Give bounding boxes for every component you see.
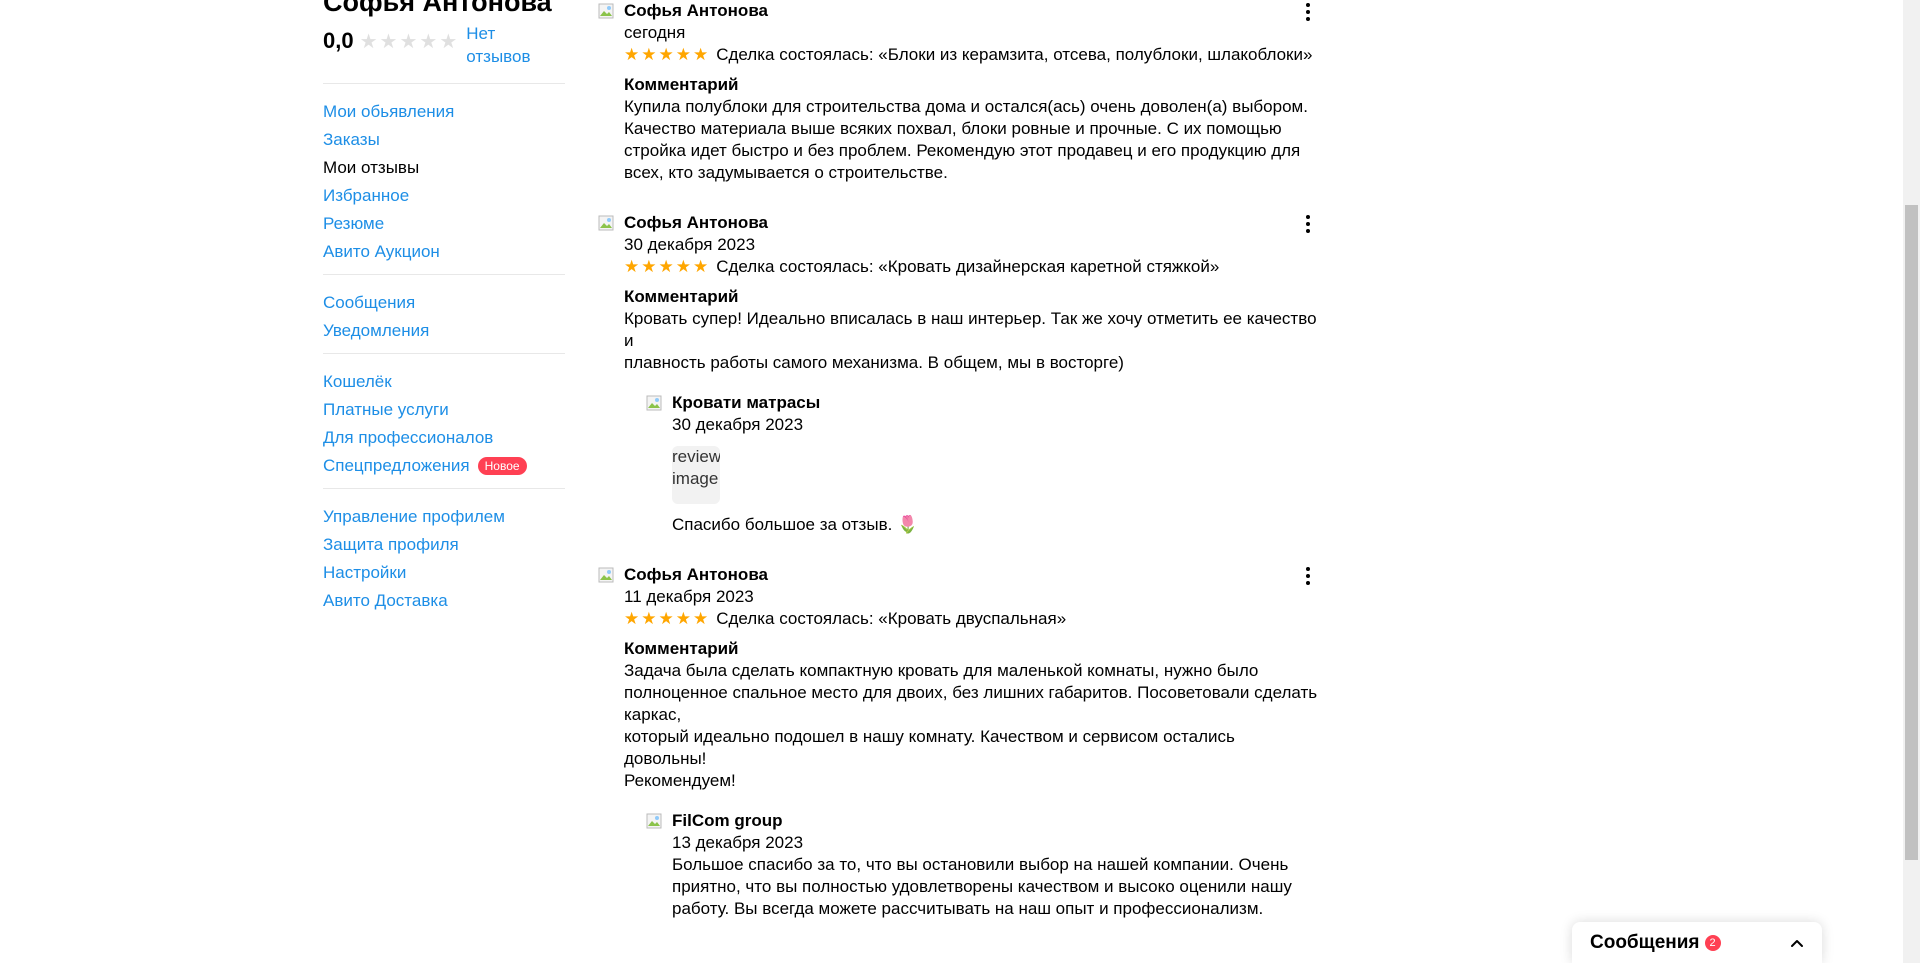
reviews-list: Софья Антонова сегодня ★★★★★ Сделка сост… <box>598 0 1318 920</box>
sidebar-item-special-offers[interactable]: Спецпредложения Новое <box>323 452 565 480</box>
sidebar-item-profile-management[interactable]: Управление профилем <box>323 503 565 531</box>
review-image[interactable]: review image <box>672 446 720 504</box>
sidebar-item-label: Мои отзывы <box>323 158 420 177</box>
reply-author: Кровати матрасы <box>672 393 821 412</box>
sidebar-item-settings[interactable]: Настройки <box>323 559 565 587</box>
page-scrollbar[interactable] <box>1903 0 1920 963</box>
sidebar-item-label: Заказы <box>323 130 380 149</box>
reply-text: Спасибо большое за отзыв. 🌷 <box>672 515 919 534</box>
review-image-alt: review image <box>672 447 720 488</box>
sidebar-item-label: Кошелёк <box>323 372 392 391</box>
comment-title: Комментарий <box>624 75 739 94</box>
review-date: 11 декабря 2023 <box>624 587 754 606</box>
seller-reply: Кровати матрасы 30 декабря 2023 review i… <box>646 392 1318 536</box>
no-reviews-link[interactable]: Нет отзывов <box>466 22 546 68</box>
sidebar-item-label: Избранное <box>323 186 410 205</box>
unread-count-badge: 2 <box>1704 934 1721 951</box>
avatar <box>646 395 662 411</box>
scrollbar-thumb[interactable] <box>1905 205 1918 860</box>
sidebar-item-label: Мои обьявления <box>323 102 455 121</box>
review-deal-row: ★★★★★ Сделка состоялась: «Кровать двуспа… <box>624 608 1318 630</box>
review-author: Софья Антонова <box>624 213 768 232</box>
star-icon: ★ <box>419 31 438 53</box>
sidebar-item-wallet[interactable]: Кошелёк <box>323 368 565 396</box>
star-icon: ★ <box>379 31 398 53</box>
rating-stars-icon: ★★★★★ <box>624 45 711 64</box>
sidebar-item-orders[interactable]: Заказы <box>323 126 565 154</box>
reply-date: 13 декабря 2023 <box>672 833 804 852</box>
sidebar-item-resume[interactable]: Резюме <box>323 210 565 238</box>
sidebar-item-label: Настройки <box>323 563 407 582</box>
rating-stars-icon: ★★★★★ <box>624 609 711 628</box>
profile-sidebar: Софья Антонова 0,0 ★ ★ ★ ★ ★ Нет отзывов… <box>323 0 565 623</box>
sidebar-item-profile-security[interactable]: Защита профиля <box>323 531 565 559</box>
reply-text: Большое спасибо за то, что вы остановили… <box>672 855 1292 918</box>
sidebar-item-notifications[interactable]: Уведомления <box>323 317 565 345</box>
review-text: Купила полублоки для строительства дома … <box>624 97 1308 182</box>
profile-name: Софья Антонова <box>323 0 552 17</box>
star-icon: ★ <box>439 31 458 53</box>
seller-reply: FilCom group 13 декабря 2023 Большое спа… <box>646 810 1318 920</box>
review-deal: Сделка состоялась: «Кровать двуспальная» <box>716 609 1067 628</box>
avatar <box>646 813 662 829</box>
review-date: сегодня <box>624 23 686 42</box>
sidebar-item-label: Резюме <box>323 214 385 233</box>
more-options-icon[interactable] <box>1298 214 1318 234</box>
sidebar-item-delivery[interactable]: Авито Доставка <box>323 587 565 615</box>
sidebar-item-label: Авито Доставка <box>323 591 448 610</box>
sidebar-item-paid-services[interactable]: Платные услуги <box>323 396 565 424</box>
avatar <box>598 567 614 583</box>
sidebar-item-label: Управление профилем <box>323 507 505 526</box>
nav-group-messages: Сообщения Уведомления <box>323 275 565 353</box>
sidebar-item-favorites[interactable]: Избранное <box>323 182 565 210</box>
review-item: Софья Антонова 30 декабря 2023 ★★★★★ Сде… <box>598 212 1318 536</box>
avatar <box>598 3 614 19</box>
avatar <box>598 215 614 231</box>
sidebar-item-my-ads[interactable]: Мои обьявления <box>323 98 565 126</box>
sidebar-item-label: Сообщения <box>323 293 416 312</box>
comment-title: Комментарий <box>624 639 739 658</box>
sidebar-item-label: Спецпредложения <box>323 456 470 475</box>
sidebar-item-my-reviews[interactable]: Мои отзывы <box>323 154 565 182</box>
reply-date: 30 декабря 2023 <box>672 415 804 434</box>
chevron-up-icon[interactable] <box>1790 936 1804 950</box>
nav-group-main: Мои обьявления Заказы Мои отзывы Избранн… <box>323 84 565 274</box>
review-text: Кровать супер! Идеально вписалась в наш … <box>624 309 1317 372</box>
review-author: Софья Антонова <box>624 1 768 20</box>
review-text: Задача была сделать компактную кровать д… <box>624 661 1318 790</box>
messenger-title: Сообщения <box>1590 931 1700 953</box>
nav-group-finance: Кошелёк Платные услуги Для профессионало… <box>323 354 565 488</box>
review-item: Софья Антонова сегодня ★★★★★ Сделка сост… <box>598 0 1318 184</box>
review-deal: Сделка состоялась: «Блоки из керамзита, … <box>716 45 1313 64</box>
rating-value: 0,0 <box>323 28 354 53</box>
review-deal-row: ★★★★★ Сделка состоялась: «Кровать дизайн… <box>624 256 1318 278</box>
star-icon: ★ <box>399 31 418 53</box>
more-options-icon[interactable] <box>1298 2 1318 22</box>
sidebar-item-auction[interactable]: Авито Аукцион <box>323 238 565 266</box>
more-options-icon[interactable] <box>1298 566 1318 586</box>
reply-author: FilCom group <box>672 811 783 830</box>
sidebar-item-label: Для профессионалов <box>323 428 494 447</box>
profile-rating: 0,0 ★ ★ ★ ★ ★ Нет отзывов <box>323 22 565 76</box>
star-icon: ★ <box>359 31 378 53</box>
sidebar-item-label: Уведомления <box>323 321 430 340</box>
sidebar-item-messages[interactable]: Сообщения <box>323 289 565 317</box>
comment-title: Комментарий <box>624 287 739 306</box>
review-date: 30 декабря 2023 <box>624 235 756 254</box>
nav-group-settings: Управление профилем Защита профиля Настр… <box>323 489 565 623</box>
rating-stars: ★ ★ ★ ★ ★ <box>360 32 458 52</box>
new-badge: Новое <box>477 457 527 475</box>
rating-stars-icon: ★★★★★ <box>624 257 711 276</box>
messenger-widget[interactable]: Сообщения 2 <box>1572 922 1822 963</box>
sidebar-item-label: Авито Аукцион <box>323 242 440 261</box>
review-author: Софья Антонова <box>624 565 768 584</box>
review-deal-row: ★★★★★ Сделка состоялась: «Блоки из керам… <box>624 44 1318 66</box>
sidebar-item-label: Защита профиля <box>323 535 459 554</box>
sidebar-item-for-professionals[interactable]: Для профессионалов <box>323 424 565 452</box>
sidebar-item-label: Платные услуги <box>323 400 449 419</box>
review-deal: Сделка состоялась: «Кровать дизайнерская… <box>716 257 1220 276</box>
review-item: Софья Антонова 11 декабря 2023 ★★★★★ Сде… <box>598 564 1318 920</box>
